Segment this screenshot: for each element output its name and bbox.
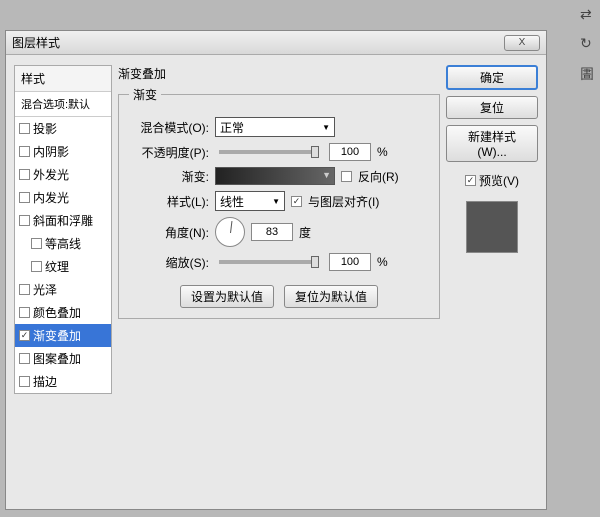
titlebar: 图层样式 X [6,31,546,55]
style-value: 线性 [220,193,244,210]
cancel-button[interactable]: 复位 [446,96,538,119]
opacity-suffix: % [377,145,388,159]
sidebar-item-7[interactable]: 光泽 [15,278,111,301]
right-panel: 确定 复位 新建样式(W)... ✓ 预览(V) [446,65,538,394]
blend-mode-dropdown[interactable]: 正常 ▼ [215,117,335,137]
style-item-label: 投影 [33,120,57,137]
scale-slider[interactable] [219,260,319,264]
style-checkbox[interactable] [19,353,30,364]
opacity-label: 不透明度(P): [129,144,209,161]
sidebar-item-3[interactable]: 内发光 [15,186,111,209]
sidebar-item-2[interactable]: 外发光 [15,163,111,186]
chevron-down-icon: ▼ [272,197,280,206]
angle-label: 角度(N): [129,224,209,241]
sidebar-item-10[interactable]: 图案叠加 [15,347,111,370]
style-checkbox[interactable] [19,192,30,203]
style-checkbox[interactable]: ✓ [19,330,30,341]
layer-style-dialog: 图层样式 X 样式 混合选项:默认 投影内阴影外发光内发光斜面和浮雕等高线纹理光… [5,30,547,510]
style-label: 样式(L): [129,193,209,210]
close-button[interactable]: X [504,35,540,51]
blend-mode-value: 正常 [220,119,244,136]
preview-checkbox[interactable]: ✓ [465,175,476,186]
style-item-label: 描边 [33,373,57,390]
scale-input[interactable] [329,253,371,271]
chevron-down-icon: ▼ [322,123,330,132]
scale-suffix: % [377,255,388,269]
window-title: 图层样式 [12,34,504,51]
style-checkbox[interactable] [19,146,30,157]
chevron-down-icon: ▼ [322,170,331,180]
gradient-swatch[interactable]: ▼ [215,167,335,185]
style-item-label: 外发光 [33,166,69,183]
sidebar-item-11[interactable]: 描边 [15,370,111,393]
style-item-label: 图案叠加 [33,350,81,367]
style-checkbox[interactable] [19,376,30,387]
style-item-label: 渐变叠加 [33,327,81,344]
sidebar-header[interactable]: 样式 [15,66,111,92]
reverse-checkbox[interactable] [341,171,352,182]
style-item-label: 纹理 [45,258,69,275]
style-checkbox[interactable] [19,284,30,295]
sidebar-item-0[interactable]: 投影 [15,117,111,140]
style-checkbox[interactable] [19,123,30,134]
ok-button[interactable]: 确定 [446,65,538,90]
style-item-label: 斜面和浮雕 [33,212,93,229]
blend-mode-label: 混合模式(O): [129,119,209,136]
style-checkbox[interactable] [19,215,30,226]
group-title: 渐变叠加 [118,65,440,82]
fieldset-legend: 渐变 [129,86,161,103]
align-label: 与图层对齐(I) [308,193,379,210]
opacity-slider[interactable] [219,150,319,154]
opacity-input[interactable] [329,143,371,161]
gradient-fieldset: 渐变 混合模式(O): 正常 ▼ 不透明度(P): % 渐变: ▼ [118,86,440,319]
style-item-label: 颜色叠加 [33,304,81,321]
angle-dial[interactable] [215,217,245,247]
preview-label: 预览(V) [479,172,519,189]
style-checkbox[interactable] [19,307,30,318]
set-default-button[interactable]: 设置为默认值 [180,285,274,308]
scale-label: 缩放(S): [129,254,209,271]
style-item-label: 等高线 [45,235,81,252]
reset-default-button[interactable]: 复位为默认值 [284,285,378,308]
sidebar-blend-options[interactable]: 混合选项:默认 [15,92,111,117]
style-dropdown[interactable]: 线性 ▼ [215,191,285,211]
tool-icon-3[interactable]: 圕 [580,64,594,84]
tool-icon-2[interactable]: ↻ [580,35,594,52]
sidebar-item-5[interactable]: 等高线 [15,232,111,255]
align-checkbox[interactable]: ✓ [291,196,302,207]
main-panel: 渐变叠加 渐变 混合模式(O): 正常 ▼ 不透明度(P): % [118,65,440,394]
style-item-label: 光泽 [33,281,57,298]
sidebar-item-1[interactable]: 内阴影 [15,140,111,163]
sidebar-item-8[interactable]: 颜色叠加 [15,301,111,324]
tool-icon-1[interactable]: ⇄ [580,6,594,23]
style-checkbox[interactable] [31,238,42,249]
sidebar-item-6[interactable]: 纹理 [15,255,111,278]
reverse-label: 反向(R) [358,168,399,185]
angle-input[interactable] [251,223,293,241]
style-checkbox[interactable] [31,261,42,272]
sidebar-item-9[interactable]: ✓渐变叠加 [15,324,111,347]
preview-swatch [466,201,518,253]
style-checkbox[interactable] [19,169,30,180]
angle-suffix: 度 [299,224,311,241]
sidebar-item-4[interactable]: 斜面和浮雕 [15,209,111,232]
new-style-button[interactable]: 新建样式(W)... [446,125,538,162]
toolbar-icons: ⇄ ↻ 圕 [580,6,594,84]
styles-sidebar: 样式 混合选项:默认 投影内阴影外发光内发光斜面和浮雕等高线纹理光泽颜色叠加✓渐… [14,65,112,394]
gradient-label: 渐变: [129,168,209,185]
style-item-label: 内阴影 [33,143,69,160]
style-item-label: 内发光 [33,189,69,206]
